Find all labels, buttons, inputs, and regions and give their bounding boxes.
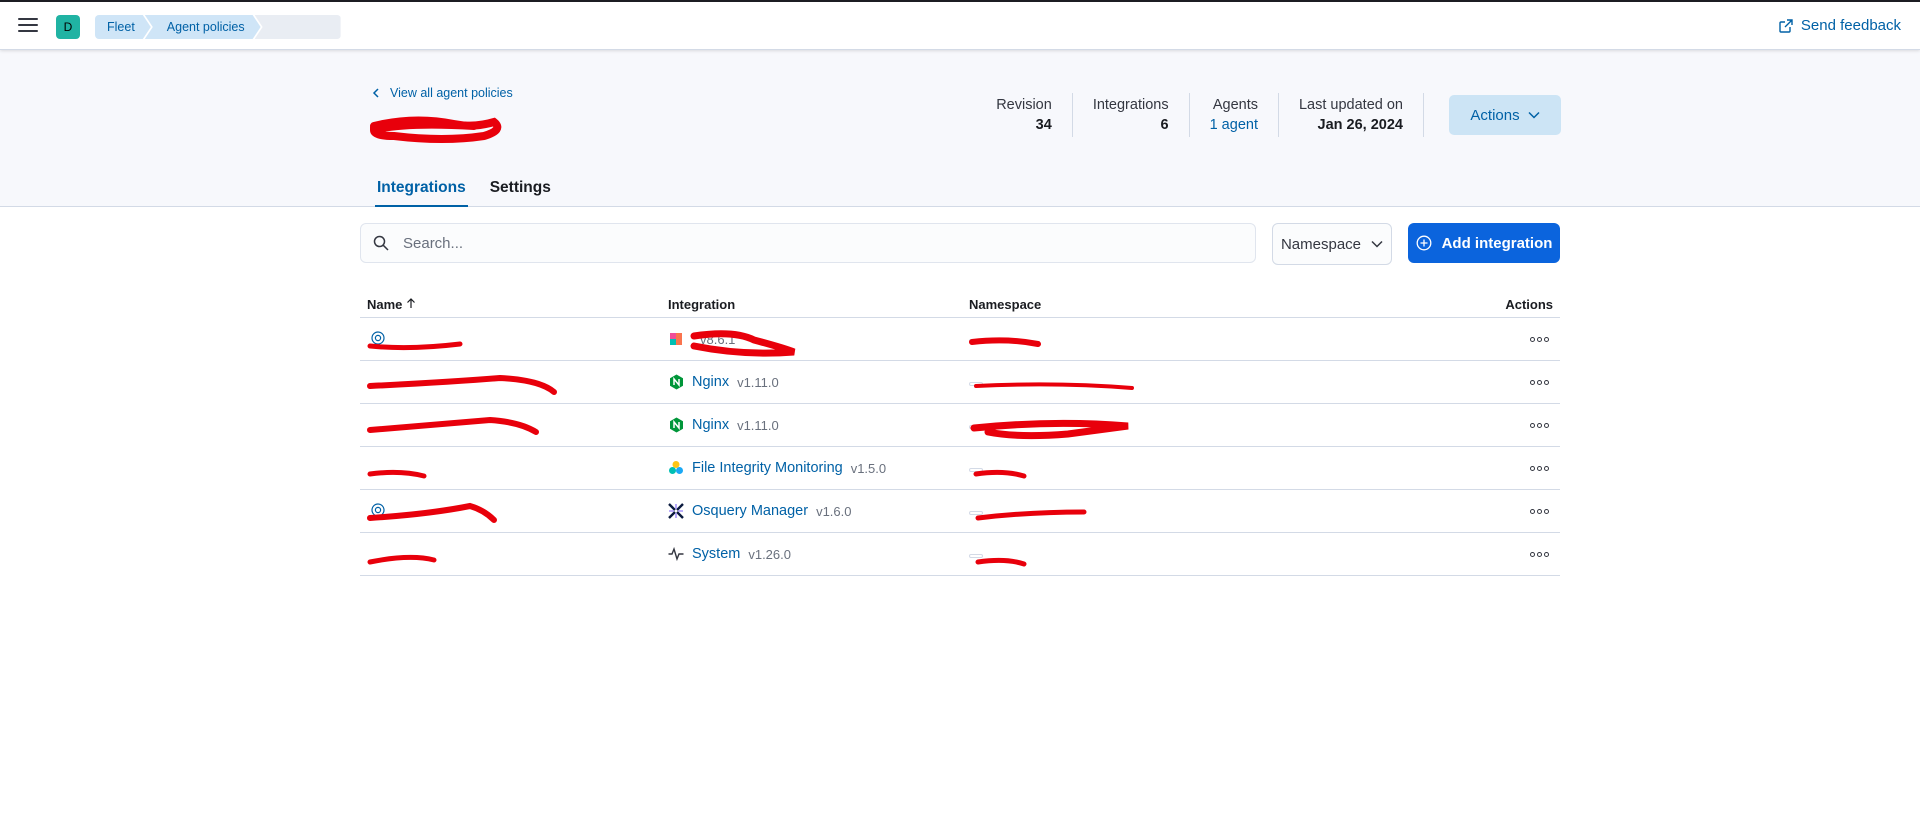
elastic-defend-icon	[668, 331, 684, 347]
agents-count-link[interactable]: 1 agent	[1210, 117, 1258, 133]
integration-link[interactable]: Nginx	[692, 417, 729, 433]
search-box	[360, 223, 1256, 263]
breadcrumb-current-policy	[254, 15, 341, 39]
stat-integrations-label: Integrations	[1092, 97, 1169, 113]
nginx-icon	[668, 417, 684, 433]
chevron-down-icon	[1528, 111, 1540, 119]
stat-last-updated: Last updated on Jan 26, 2024	[1279, 93, 1424, 137]
app-header: D Fleet Agent policies Send feedback	[0, 2, 1920, 50]
namespace-badge	[969, 511, 983, 515]
integration-version: v1.5.0	[850, 460, 887, 476]
table-row: Nginx v1.11.0	[360, 360, 1560, 404]
stat-last-updated-label: Last updated on	[1298, 97, 1403, 113]
namespace-badge	[969, 468, 983, 472]
stat-revision-value: 34	[1035, 117, 1052, 133]
help-icon	[371, 331, 385, 345]
row-actions-button[interactable]	[1527, 415, 1551, 435]
stat-agents-label: Agents	[1212, 97, 1258, 113]
namespace-badge	[969, 339, 983, 343]
table-header-row: Name Integration Namespace Actions	[360, 291, 1560, 318]
policy-stats: Revision 34 Integrations 6 Agents 1 agen…	[976, 93, 1561, 137]
back-link-label: View all agent policies	[390, 86, 513, 100]
add-integration-button[interactable]: Add integration	[1408, 223, 1560, 263]
integrations-table: Name Integration Namespace Actions v8.6.…	[360, 291, 1560, 576]
integration-link[interactable]: File Integrity Monitoring	[692, 460, 843, 476]
add-integration-label: Add integration	[1441, 234, 1553, 252]
tab-integrations[interactable]: Integrations	[375, 175, 468, 207]
row-actions-button[interactable]	[1527, 372, 1551, 392]
table-row: Nginx v1.11.0	[360, 403, 1560, 447]
row-actions-button[interactable]	[1527, 329, 1551, 349]
send-feedback-link[interactable]: Send feedback	[1779, 17, 1901, 34]
system-icon	[668, 546, 684, 562]
chevron-left-icon	[372, 88, 379, 98]
integration-version: v1.6.0	[816, 503, 852, 519]
row-actions-button[interactable]	[1527, 458, 1551, 478]
osquery-icon	[668, 503, 684, 519]
nginx-icon	[668, 374, 684, 390]
stat-last-updated-value: Jan 26, 2024	[1317, 117, 1403, 133]
breadcrumb-agent-policies[interactable]: Agent policies	[145, 15, 261, 39]
table-row: File Integrity Monitoring v1.5.0	[360, 446, 1560, 490]
file-integrity-icon	[668, 460, 684, 476]
namespace-filter-button[interactable]: Namespace	[1272, 223, 1392, 265]
external-link-icon	[1779, 18, 1793, 33]
breadcrumb-fleet[interactable]: Fleet	[95, 15, 151, 39]
namespace-filter-label: Namespace	[1280, 235, 1362, 253]
send-feedback-label: Send feedback	[1800, 17, 1901, 34]
integration-link[interactable]: Nginx	[692, 374, 729, 390]
stat-revision: Revision 34	[976, 93, 1073, 137]
policy-page-header: View all agent policies Revision 34 Inte…	[0, 50, 1920, 207]
column-header-name[interactable]: Name	[360, 291, 661, 318]
plus-in-circle-icon	[1416, 235, 1432, 251]
space-avatar[interactable]: D	[56, 15, 80, 39]
tab-settings[interactable]: Settings	[488, 175, 553, 207]
search-input[interactable]	[401, 233, 1225, 253]
actions-button[interactable]: Actions	[1449, 95, 1561, 135]
row-actions-button[interactable]	[1527, 544, 1551, 564]
integration-version: v1.11.0	[737, 374, 779, 390]
namespace-badge	[969, 425, 983, 429]
stat-agents: Agents 1 agent	[1190, 93, 1279, 137]
namespace-badge	[969, 554, 983, 558]
table-row: Osquery Manager v1.6.0	[360, 489, 1560, 533]
hamburger-menu-icon[interactable]	[18, 15, 38, 35]
integrations-toolbar: Namespace Add integration	[360, 223, 1560, 265]
stat-integrations-value: 6	[1160, 117, 1169, 133]
actions-button-label: Actions	[1470, 106, 1520, 124]
policy-tabs: Integrations Settings	[375, 175, 573, 207]
stat-integrations: Integrations 6	[1073, 93, 1190, 137]
table-row: v8.6.1	[360, 317, 1560, 361]
view-all-agent-policies-link[interactable]: View all agent policies	[372, 86, 513, 100]
table-row: System v1.26.0	[360, 532, 1560, 576]
column-header-namespace: Namespace	[962, 291, 1458, 318]
chevron-down-icon	[1371, 240, 1383, 248]
integration-link[interactable]: Osquery Manager	[692, 503, 808, 519]
sort-up-icon	[407, 297, 415, 308]
help-icon	[371, 503, 385, 517]
search-icon	[373, 235, 389, 251]
integration-version: v1.26.0	[748, 546, 791, 562]
column-header-integration: Integration	[661, 291, 962, 318]
integration-version: v8.6.1	[700, 331, 736, 347]
integration-link[interactable]: System	[692, 546, 740, 562]
row-actions-button[interactable]	[1527, 501, 1551, 521]
page-title	[373, 116, 503, 146]
stat-revision-label: Revision	[996, 97, 1052, 113]
integration-version: v1.11.0	[737, 417, 779, 433]
namespace-badge	[969, 382, 983, 386]
breadcrumb: Fleet Agent policies	[95, 15, 341, 39]
column-header-actions: Actions	[1457, 291, 1560, 318]
